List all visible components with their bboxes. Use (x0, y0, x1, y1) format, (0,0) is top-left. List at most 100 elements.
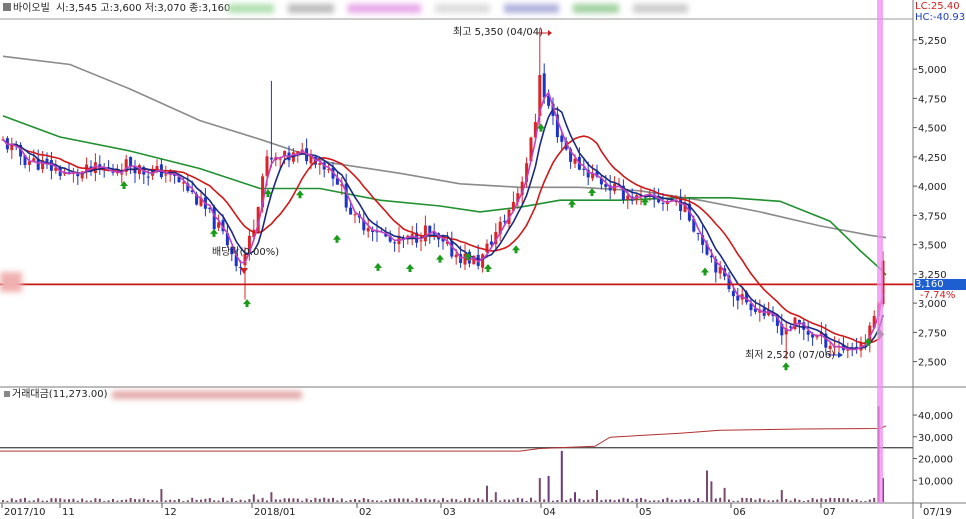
volume-bar (829, 497, 832, 502)
volume-bar (46, 500, 48, 502)
price-tick-label: 2,750 (918, 328, 947, 339)
candle-body (626, 195, 630, 201)
volume-bar (226, 500, 229, 502)
date-tick-label: 02 (359, 507, 372, 518)
candle-body (696, 232, 700, 234)
volume-bar (640, 497, 642, 502)
volume-bar (864, 501, 867, 502)
volume-bar (574, 492, 576, 502)
volume-bar (494, 492, 497, 502)
date-tick-label: 04 (543, 507, 556, 518)
volume-bar (420, 499, 422, 502)
volume-bar (120, 499, 123, 502)
chart-menu-icon[interactable] (3, 3, 11, 11)
volume-bar (142, 498, 145, 502)
volume-bar (200, 499, 202, 502)
volume-bar (736, 500, 739, 502)
volume-bar (569, 498, 572, 502)
stock-chart[interactable]: 5,250 5,000 4,750 4,500 4,250 4,000 3,750 3,500… (0, 0, 966, 519)
volume-bar (763, 499, 766, 502)
volume-bar (116, 500, 119, 502)
candle-body (789, 326, 793, 328)
volume-bar (785, 498, 788, 502)
volume-bar (367, 499, 370, 502)
volume-bar (41, 500, 44, 502)
volume-bar (772, 500, 774, 502)
candle-body (661, 202, 665, 204)
price-tick-label: 4,500 (918, 124, 947, 135)
volume-bar (824, 499, 827, 502)
volume-bar (644, 499, 647, 502)
volume-bar (508, 499, 510, 502)
volume-bar (138, 499, 141, 502)
volume-bar (459, 500, 462, 502)
volume-bar (182, 501, 185, 502)
volume-bar (626, 498, 629, 502)
volume-bar (349, 499, 352, 502)
volume-bar (820, 498, 823, 502)
volume-bar (868, 499, 871, 502)
volume-bar (358, 499, 361, 502)
volume-menu-icon[interactable] (4, 391, 10, 397)
volume-bar (842, 498, 845, 502)
volume-bar (411, 500, 414, 502)
volume-bar (490, 500, 493, 502)
volume-bar (710, 481, 713, 502)
candle-body (318, 163, 322, 165)
volume-bar (697, 498, 700, 502)
volume-bar (323, 497, 326, 502)
volume-bar (266, 500, 268, 502)
date-tick-label: 07 (823, 507, 836, 518)
date-tick-label: 05 (639, 507, 652, 518)
volume-bar (754, 499, 757, 502)
volume-bar (591, 498, 594, 502)
candle-body (239, 266, 243, 268)
volume-bar (486, 485, 488, 502)
volume-bar (534, 500, 537, 502)
volume-bar (129, 497, 132, 502)
volume-bar (81, 498, 84, 502)
volume-bar (279, 499, 282, 502)
volume-bar (288, 498, 290, 502)
volume-bar (94, 498, 97, 502)
volume-bar (63, 499, 66, 502)
current-price-tag: 3,160 (915, 279, 966, 290)
volume-bar (32, 500, 35, 502)
volume-bar (72, 498, 75, 502)
volume-bar (24, 497, 26, 502)
volume-bar (362, 498, 365, 502)
volume-bar (6, 500, 9, 502)
volume-bar (371, 500, 374, 502)
volume-bar (2, 500, 4, 502)
volume-bar (706, 470, 708, 502)
volume-bar (552, 500, 554, 502)
volume-bar (802, 501, 805, 502)
volume-bar (556, 500, 559, 502)
candle-body (423, 225, 427, 242)
volume-bar (90, 500, 92, 502)
blurred-left-marker (0, 272, 22, 292)
volume-bar (692, 500, 695, 502)
candle-body (129, 157, 133, 167)
candle-body (489, 241, 493, 245)
volume-bar (521, 498, 524, 502)
volume-bar (807, 500, 810, 502)
volume-bar (134, 499, 136, 502)
volume-bar (446, 500, 449, 502)
volume-bar (213, 500, 216, 502)
date-tick-label: 2018/01 (254, 507, 296, 518)
volume-bar (666, 497, 669, 502)
volume-bar (758, 498, 761, 502)
volume-bar (714, 498, 717, 502)
volume-bar (389, 498, 392, 502)
candle-body (366, 227, 370, 232)
volume-bar (855, 499, 858, 502)
volume-bar (838, 497, 840, 502)
volume-bar (147, 499, 150, 502)
price-tick-label: 5,000 (918, 65, 947, 76)
volume-bar (851, 500, 854, 502)
volume-title: 거래대금(11,273.00) (4, 389, 108, 401)
volume-bar (50, 498, 53, 502)
volume-bar (675, 500, 678, 502)
price-tick-label: 3,500 (918, 241, 947, 252)
